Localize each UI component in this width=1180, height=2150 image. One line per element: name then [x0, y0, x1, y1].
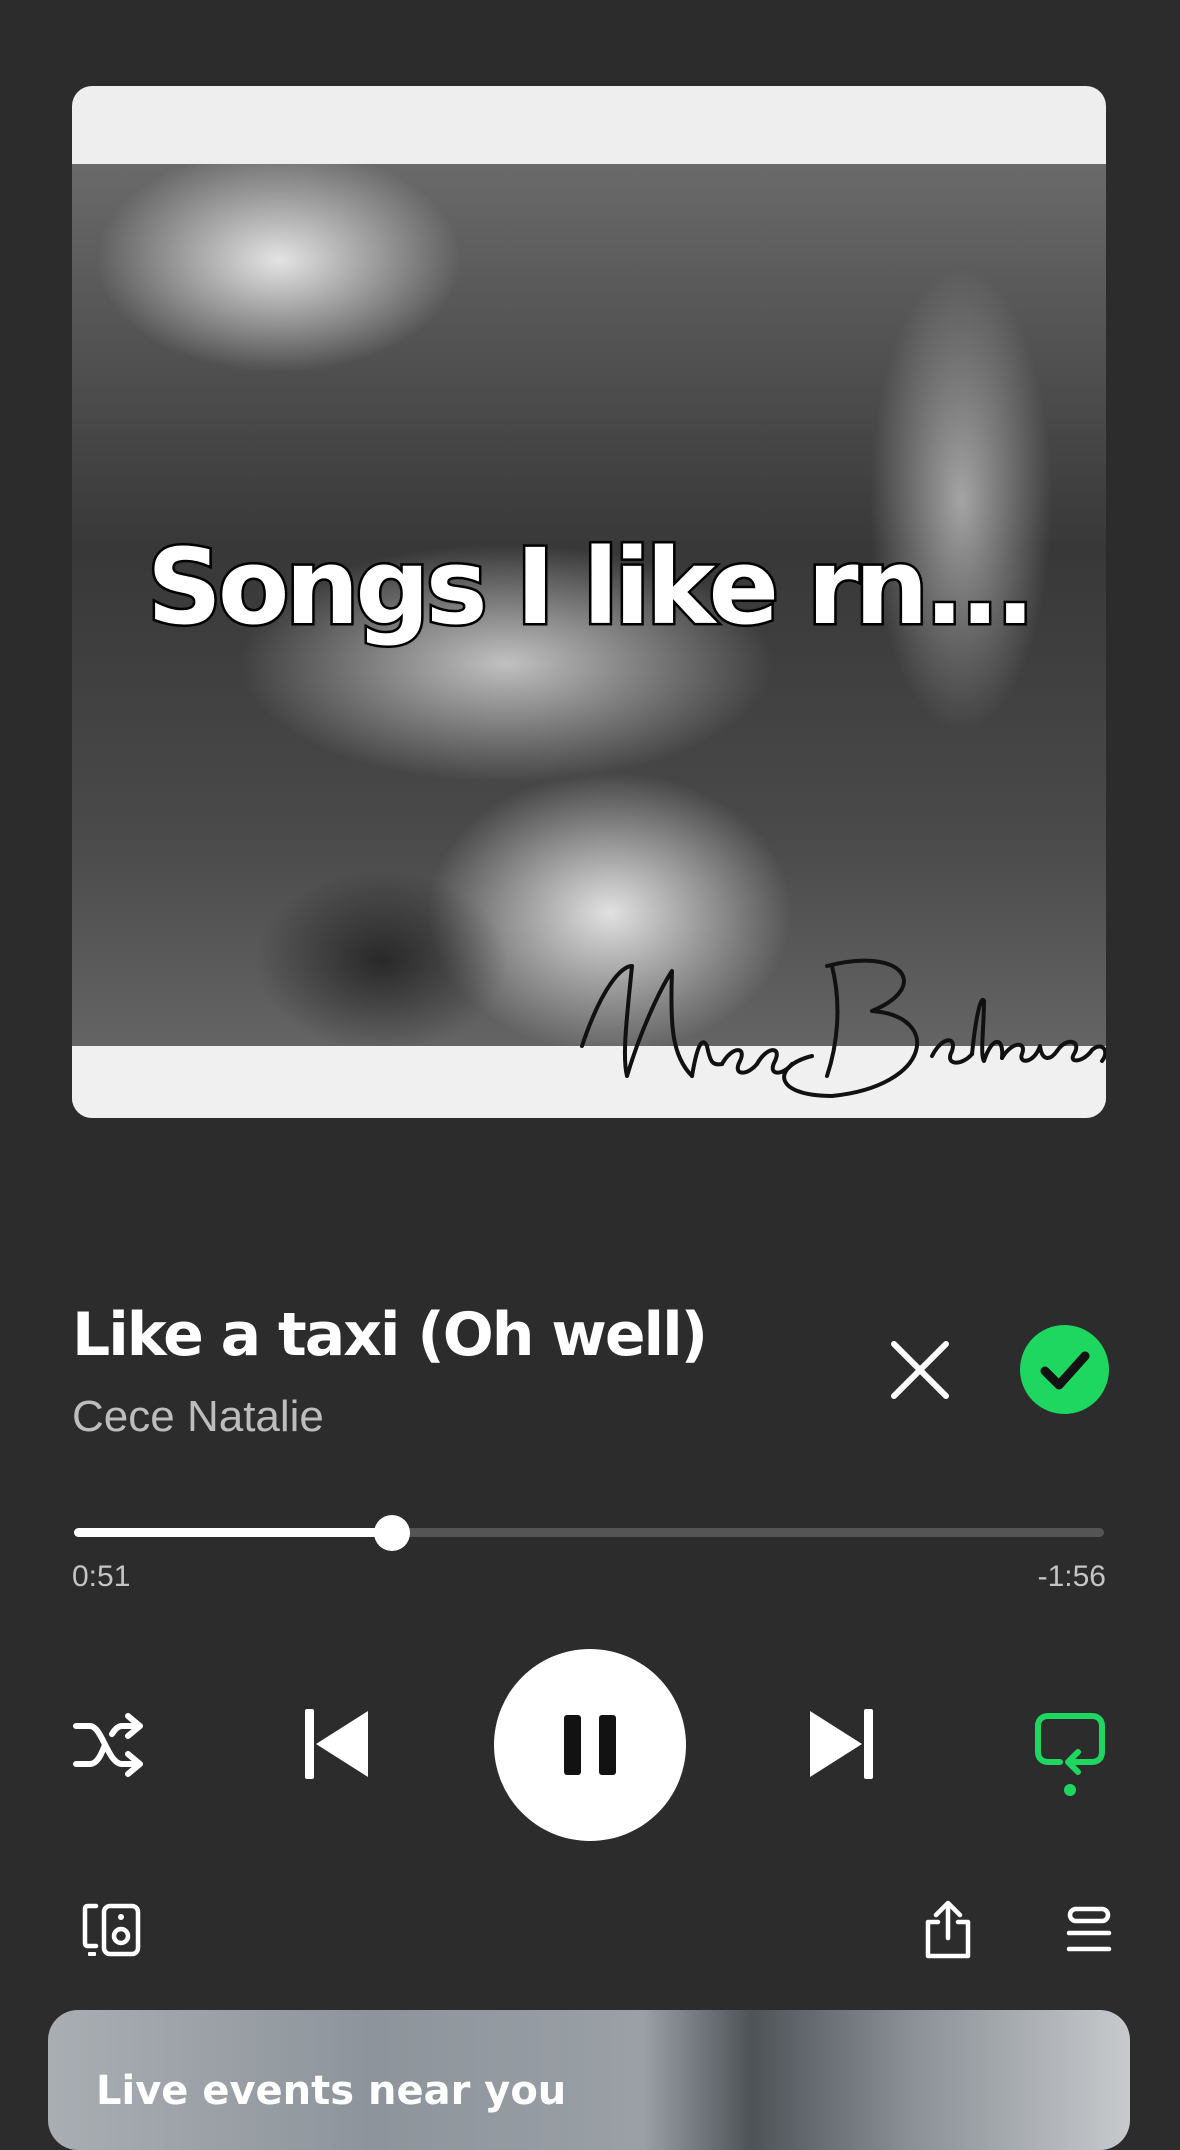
progress-fill: [74, 1528, 393, 1537]
elapsed-time: 0:51: [72, 1560, 131, 1593]
connect-devices-icon: [82, 1903, 141, 1957]
track-title[interactable]: Like a taxi (Oh well): [72, 1300, 708, 1370]
shuffle-button[interactable]: [72, 1712, 146, 1778]
remaining-time: -1:56: [1037, 1560, 1106, 1593]
dislike-button[interactable]: [884, 1334, 956, 1406]
album-art: Songs I like rn...: [72, 86, 1106, 1118]
close-icon: [891, 1341, 949, 1399]
live-events-card[interactable]: Live events near you: [48, 2010, 1130, 2150]
album-overlay-text: Songs I like rn...: [144, 524, 1037, 651]
shuffle-icon: [73, 1713, 143, 1777]
pause-icon: [564, 1715, 616, 1775]
liked-button[interactable]: [1020, 1325, 1109, 1414]
previous-button[interactable]: [302, 1707, 372, 1781]
progress-scrubber[interactable]: [374, 1515, 411, 1551]
devices-button[interactable]: [82, 1902, 142, 1958]
next-button[interactable]: [806, 1707, 876, 1781]
queue-icon: [1066, 1906, 1112, 1952]
skip-previous-icon: [305, 1709, 368, 1779]
check-circle-icon: [1040, 1351, 1090, 1390]
share-icon: [925, 1900, 971, 1959]
repeat-button[interactable]: [1034, 1712, 1106, 1798]
album-signature: [580, 958, 1106, 1098]
track-artist[interactable]: Cece Natalie: [72, 1392, 324, 1442]
skip-next-icon: [810, 1709, 873, 1779]
queue-button[interactable]: [1066, 1906, 1112, 1954]
playback-progress-bar[interactable]: [74, 1515, 1104, 1551]
live-events-title: Live events near you: [96, 2068, 567, 2114]
pause-button[interactable]: [494, 1649, 686, 1841]
repeat-icon: [1035, 1713, 1105, 1796]
share-button[interactable]: [922, 1900, 974, 1960]
